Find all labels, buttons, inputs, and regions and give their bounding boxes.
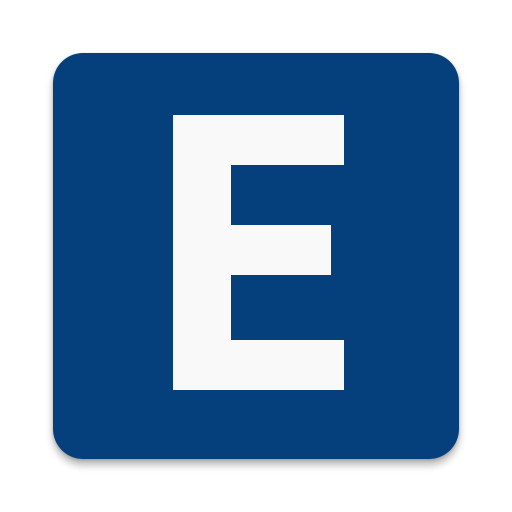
letter-e-glyph <box>173 115 344 390</box>
e-letter-icon <box>53 53 459 459</box>
app-icon-tile[interactable]: E <box>53 53 459 459</box>
app-icon-canvas: E <box>0 0 512 512</box>
